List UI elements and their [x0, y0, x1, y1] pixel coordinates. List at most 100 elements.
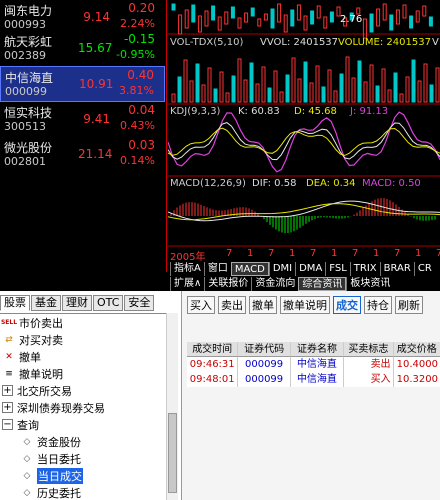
axis-tick: 7 [436, 248, 440, 259]
axis-tick: 1 [247, 248, 254, 259]
info-tab[interactable]: 资金流向 [251, 277, 299, 291]
candle [270, 8, 275, 29]
candle [329, 11, 334, 23]
tree-item[interactable]: + 北交所交易 [2, 382, 72, 399]
tree-item-label: 历史委托 [37, 486, 81, 500]
table-row[interactable]: 09:46:31 000099 中信海直 卖出 10.4000 [187, 357, 440, 372]
info-tab[interactable]: 关联报价 [204, 277, 252, 291]
action-button[interactable]: 持仓 [364, 296, 392, 314]
axis-tick: 1 [289, 248, 296, 259]
category-tab[interactable]: 安全 [124, 295, 155, 311]
axis-tick: 7 [352, 248, 359, 259]
stock-row[interactable]: 中信海直 000099 10.91 0.40 3.81% [0, 66, 165, 102]
collapse-icon[interactable]: − [2, 419, 13, 430]
column-header[interactable]: 证券名称 [290, 342, 345, 357]
stock-price: 10.91 [79, 77, 114, 91]
tab-dmi[interactable]: DMI [268, 262, 296, 276]
volume-bar [369, 64, 374, 103]
volume-bar [429, 84, 434, 103]
category-tab[interactable]: 基金 [31, 295, 61, 311]
cancel-icon: ✕ [5, 351, 13, 362]
candle [310, 10, 315, 25]
category-tab[interactable]: OTC [93, 295, 124, 311]
stock-row[interactable]: 微光股份 002801 21.14 0.03 0.14% [0, 137, 165, 173]
candle [277, 3, 282, 23]
chart-area[interactable]: 2.76 VOL-TDX(5,10) VVOL: 2401537 VOLUME:… [167, 0, 440, 263]
action-button[interactable]: 刷新 [395, 296, 423, 314]
volume-bar [333, 90, 338, 103]
scrollbar-thumb[interactable] [168, 413, 177, 493]
tab-窗口[interactable]: 窗口 [203, 262, 231, 276]
tab-macd[interactable]: MACD [230, 262, 269, 276]
stock-row[interactable]: 恒实科技 300513 9.41 0.04 0.43% [0, 102, 165, 138]
stock-change-pct: -0.95% [116, 48, 155, 61]
category-tab[interactable]: 理财 [62, 295, 92, 311]
action-button[interactable]: 卖出 [218, 296, 246, 314]
info-tab[interactable]: 综合资讯 [298, 277, 347, 291]
tree-item[interactable]: ◇ 当日委托 [20, 450, 81, 467]
expand-icon[interactable]: + [2, 402, 13, 413]
tree-item[interactable]: ⇄ 对买对卖 [2, 331, 63, 348]
tree-item[interactable]: + 深圳债券现券交易 [2, 399, 105, 416]
tree-item[interactable]: ✕ 撤单 [2, 348, 41, 365]
category-tab[interactable]: 股票 [0, 295, 30, 311]
divider [166, 0, 167, 272]
candle [197, 15, 202, 33]
column-header[interactable]: 证券代码 [238, 342, 291, 357]
tab-dma[interactable]: DMA [295, 262, 326, 276]
column-header[interactable]: 成交时间 [187, 342, 239, 357]
axis-tick: 7 [310, 248, 317, 259]
volume-bar [345, 56, 350, 103]
tree-item-label: 当日成交 [37, 467, 83, 484]
query-icon: ◇ [23, 487, 31, 498]
tree-item-label: 深圳债券现券交易 [17, 401, 105, 415]
tree-item[interactable]: ◇ 当日成交 [20, 467, 83, 484]
candle [382, 3, 387, 21]
table-row[interactable]: 09:48:01 000099 中信海直 买入 10.3200 [187, 372, 440, 387]
action-button[interactable]: 撤单说明 [280, 296, 330, 314]
tree-item[interactable]: SELL 市价卖出 [0, 314, 63, 331]
tab-brar[interactable]: BRAR [379, 262, 414, 276]
indicator-tabs: 指标A 窗口 MACD DMI DMA FSL TRIX BRAR CR [170, 262, 435, 276]
volume-bar [309, 82, 314, 103]
candle [323, 16, 328, 29]
tree-item[interactable]: − 查询 [2, 416, 39, 433]
tab-trix[interactable]: TRIX [349, 262, 380, 276]
tree-scrollbar[interactable] [166, 313, 178, 500]
candle [369, 13, 374, 33]
action-button[interactable]: 成交 [333, 296, 361, 314]
action-button[interactable]: 买入 [187, 296, 215, 314]
sell-icon: SELL [0, 319, 18, 326]
axis-tick: 7 [226, 248, 233, 259]
candle [316, 5, 321, 19]
expand-icon[interactable]: + [2, 385, 13, 396]
volume-bar [273, 70, 278, 103]
candle [283, 14, 288, 33]
column-header[interactable]: 成交价格 [393, 342, 440, 357]
column-header[interactable]: 买卖标志 [344, 342, 394, 357]
candle [257, 18, 262, 27]
vol-vvol: VVOL: 2401537 [260, 37, 339, 48]
info-tab[interactable]: 扩展∧ [170, 277, 205, 291]
stock-change-pct: 3.81% [119, 84, 154, 97]
tab-指标a[interactable]: 指标A [170, 262, 204, 276]
stock-change-pct: 0.14% [120, 154, 155, 167]
stock-change: 0.04 [128, 103, 155, 117]
stock-price: 15.67 [78, 41, 113, 55]
tree-item[interactable]: ≡ 撤单说明 [2, 365, 63, 382]
volume-bar [417, 80, 422, 103]
table-cell: 000099 [238, 357, 291, 372]
tab-fsl[interactable]: FSL [325, 262, 350, 276]
tree-item[interactable]: ◇ 资金股份 [20, 433, 81, 450]
action-button[interactable]: 撤单 [249, 296, 277, 314]
table-cell: 中信海直 [291, 357, 345, 372]
order-panel: 买入 卖出 撤单 撤单说明 成交 持仓 刷新 成交时间 证券代码 证券名称 买卖标志 成交价格 09… [181, 291, 440, 500]
tree-item[interactable]: ◇ 历史委托 [20, 484, 81, 500]
deals-table: 成交时间 证券代码 证券名称 买卖标志 成交价格 09:46:31 000099 中信海直卖… [187, 342, 440, 387]
info-tab[interactable]: 板块资讯 [346, 277, 394, 291]
candle [250, 7, 255, 17]
kdj-d: D: 45.68 [294, 106, 337, 117]
stock-row[interactable]: 航天彩虹 002389 15.67 -0.15 -0.95% [0, 31, 165, 67]
volume-bar [255, 83, 260, 103]
tab-cr[interactable]: CR [413, 262, 435, 276]
